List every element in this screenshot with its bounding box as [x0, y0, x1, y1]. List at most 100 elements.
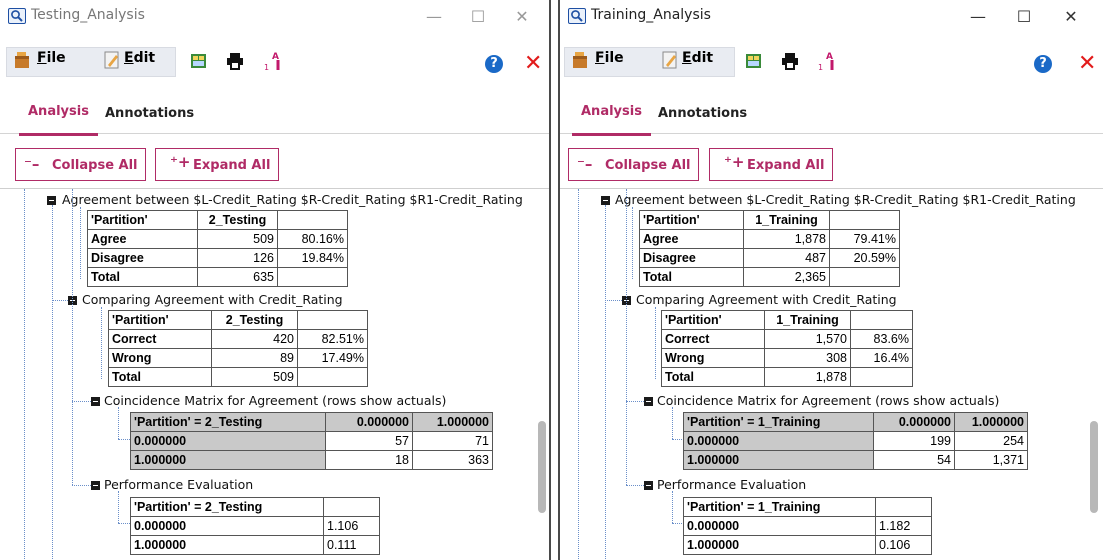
maximize-button[interactable]: ☐	[456, 4, 500, 30]
row-label: Wrong	[661, 348, 765, 368]
maximize-button[interactable]: ☐	[1002, 4, 1046, 30]
table-cell: 2,365	[743, 267, 830, 287]
tree-line	[672, 407, 673, 439]
minimize-button[interactable]: —	[956, 4, 1000, 30]
tree-line	[24, 189, 25, 560]
table-cell: 509	[197, 229, 278, 249]
minimize-button[interactable]: —	[412, 4, 456, 30]
collapse-node-toggle[interactable]	[91, 397, 100, 406]
coincidence-matrix-table: 'Partition' = 1_Training 0.000000 1.0000…	[683, 412, 1028, 470]
collapse-node-toggle[interactable]	[644, 481, 653, 490]
tree-line	[72, 485, 91, 486]
collapse-node-toggle[interactable]	[91, 481, 100, 490]
table-row: 1.000000 0.106	[683, 535, 932, 555]
file-icon	[13, 50, 33, 75]
table-row: Total 1,878	[661, 367, 913, 387]
collapse-node-toggle[interactable]	[601, 196, 610, 205]
collapse-all-button[interactable]: ⁻– Collapse All	[15, 148, 146, 181]
table-row: Agree 509 80.16%	[87, 229, 348, 249]
output-tree: Agreement between $L-Credit_Rating $R-Cr…	[0, 188, 549, 560]
tab-analysis[interactable]: Analysis	[19, 104, 98, 136]
tree-line	[118, 407, 119, 439]
search-window-icon	[568, 8, 586, 24]
table-cell: 1,878	[743, 229, 830, 249]
collapse-node-toggle[interactable]	[47, 196, 56, 205]
sort-icon[interactable]: A1	[817, 50, 837, 77]
file-icon	[571, 50, 591, 75]
scrollbar-thumb[interactable]	[538, 421, 546, 513]
table-cell: 0.111	[323, 535, 380, 555]
close-icon[interactable]: ✕	[1078, 51, 1096, 76]
table-cell: 54	[873, 450, 955, 470]
table-cell	[277, 267, 348, 287]
scrollbar-thumb[interactable]	[1090, 421, 1098, 513]
file-menu-button[interactable]: File	[595, 50, 624, 66]
tree-line	[632, 207, 633, 279]
table-cell: 17.49%	[297, 348, 368, 368]
comparing-heading: Comparing Agreement with Credit_Rating	[636, 292, 897, 307]
collapse-all-button[interactable]: ⁻– Collapse All	[568, 148, 699, 181]
comparing-table: 'Partition' 2_Testing Correct 420 82.51%…	[108, 310, 368, 387]
expand-all-button[interactable]: ⁺+ Expand All	[155, 148, 279, 181]
toolbar: File Edit A1 ? ✕	[0, 44, 549, 78]
window-close-button[interactable]: ✕	[1049, 4, 1093, 30]
row-label: Total	[108, 367, 212, 387]
row-label: Agree	[639, 229, 744, 249]
row-label: 0.000000	[130, 431, 326, 451]
tree-line	[80, 207, 81, 279]
expand-all-button[interactable]: ⁺+ Expand All	[709, 148, 833, 181]
close-icon[interactable]: ✕	[524, 51, 542, 76]
agreement-heading: Agreement between $L-Credit_Rating $R-Cr…	[62, 192, 523, 207]
row-label: Total	[661, 367, 765, 387]
tree-line	[578, 189, 579, 560]
tree-line	[52, 300, 68, 301]
tab-annotations[interactable]: Annotations	[658, 106, 747, 121]
row-label: 1.000000	[130, 535, 324, 555]
table-cell: 57	[325, 431, 413, 451]
row-label: Wrong	[108, 348, 212, 368]
table-cell: 199	[873, 431, 955, 451]
export-icon[interactable]	[745, 52, 763, 75]
collapse-node-toggle[interactable]	[644, 397, 653, 406]
tab-analysis[interactable]: Analysis	[572, 104, 651, 136]
table-row: Wrong 89 17.49%	[108, 348, 368, 368]
table-row: 'Partition' = 1_Training 0.000000 1.0000…	[683, 412, 1028, 432]
export-icon[interactable]	[190, 52, 208, 75]
table-header-cell	[277, 210, 348, 230]
table-header-cell: 'Partition'	[87, 210, 198, 230]
vertical-scrollbar[interactable]	[1087, 189, 1101, 560]
window-gap	[551, 0, 558, 560]
row-label: 1.000000	[683, 535, 876, 555]
edit-menu-button[interactable]: Edit	[124, 50, 155, 66]
table-row: 1.000000 0.111	[130, 535, 380, 555]
help-icon[interactable]: ?	[1034, 55, 1052, 73]
table-row: 0.000000 1.182	[683, 516, 932, 536]
table-row: 'Partition' = 2_Testing 0.000000 1.00000…	[130, 412, 493, 432]
table-cell: 1.182	[875, 516, 932, 536]
table-cell: 308	[764, 348, 851, 368]
testing-analysis-window: Testing_Analysis — ☐ ✕ File Edit A1 ? ✕ …	[0, 0, 551, 560]
edit-menu-button[interactable]: Edit	[682, 50, 713, 66]
tree-line	[118, 523, 130, 524]
print-icon[interactable]	[781, 52, 799, 75]
table-cell: 487	[743, 248, 830, 268]
table-row: Disagree 126 19.84%	[87, 248, 348, 268]
tab-annotations[interactable]: Annotations	[105, 106, 194, 121]
title-bar[interactable]: Testing_Analysis — ☐ ✕	[0, 0, 549, 33]
table-cell: 89	[211, 348, 298, 368]
vertical-scrollbar[interactable]	[535, 189, 549, 560]
table-cell: 79.41%	[829, 229, 900, 249]
window-close-button[interactable]: ✕	[500, 4, 544, 30]
coincidence-heading: Coincidence Matrix for Agreement (rows s…	[104, 393, 447, 408]
table-row: Total 509	[108, 367, 368, 387]
table-cell: 16.4%	[850, 348, 913, 368]
title-bar[interactable]: Training_Analysis — ☐ ✕	[560, 0, 1103, 33]
sort-icon[interactable]: A1	[263, 50, 283, 77]
row-label: Total	[639, 267, 744, 287]
row-label: Agree	[87, 229, 198, 249]
file-menu-button[interactable]: File	[37, 50, 66, 66]
help-icon[interactable]: ?	[485, 55, 503, 73]
print-icon[interactable]	[226, 52, 244, 75]
table-cell: 18	[325, 450, 413, 470]
table-header-cell: 'Partition'	[661, 310, 765, 330]
